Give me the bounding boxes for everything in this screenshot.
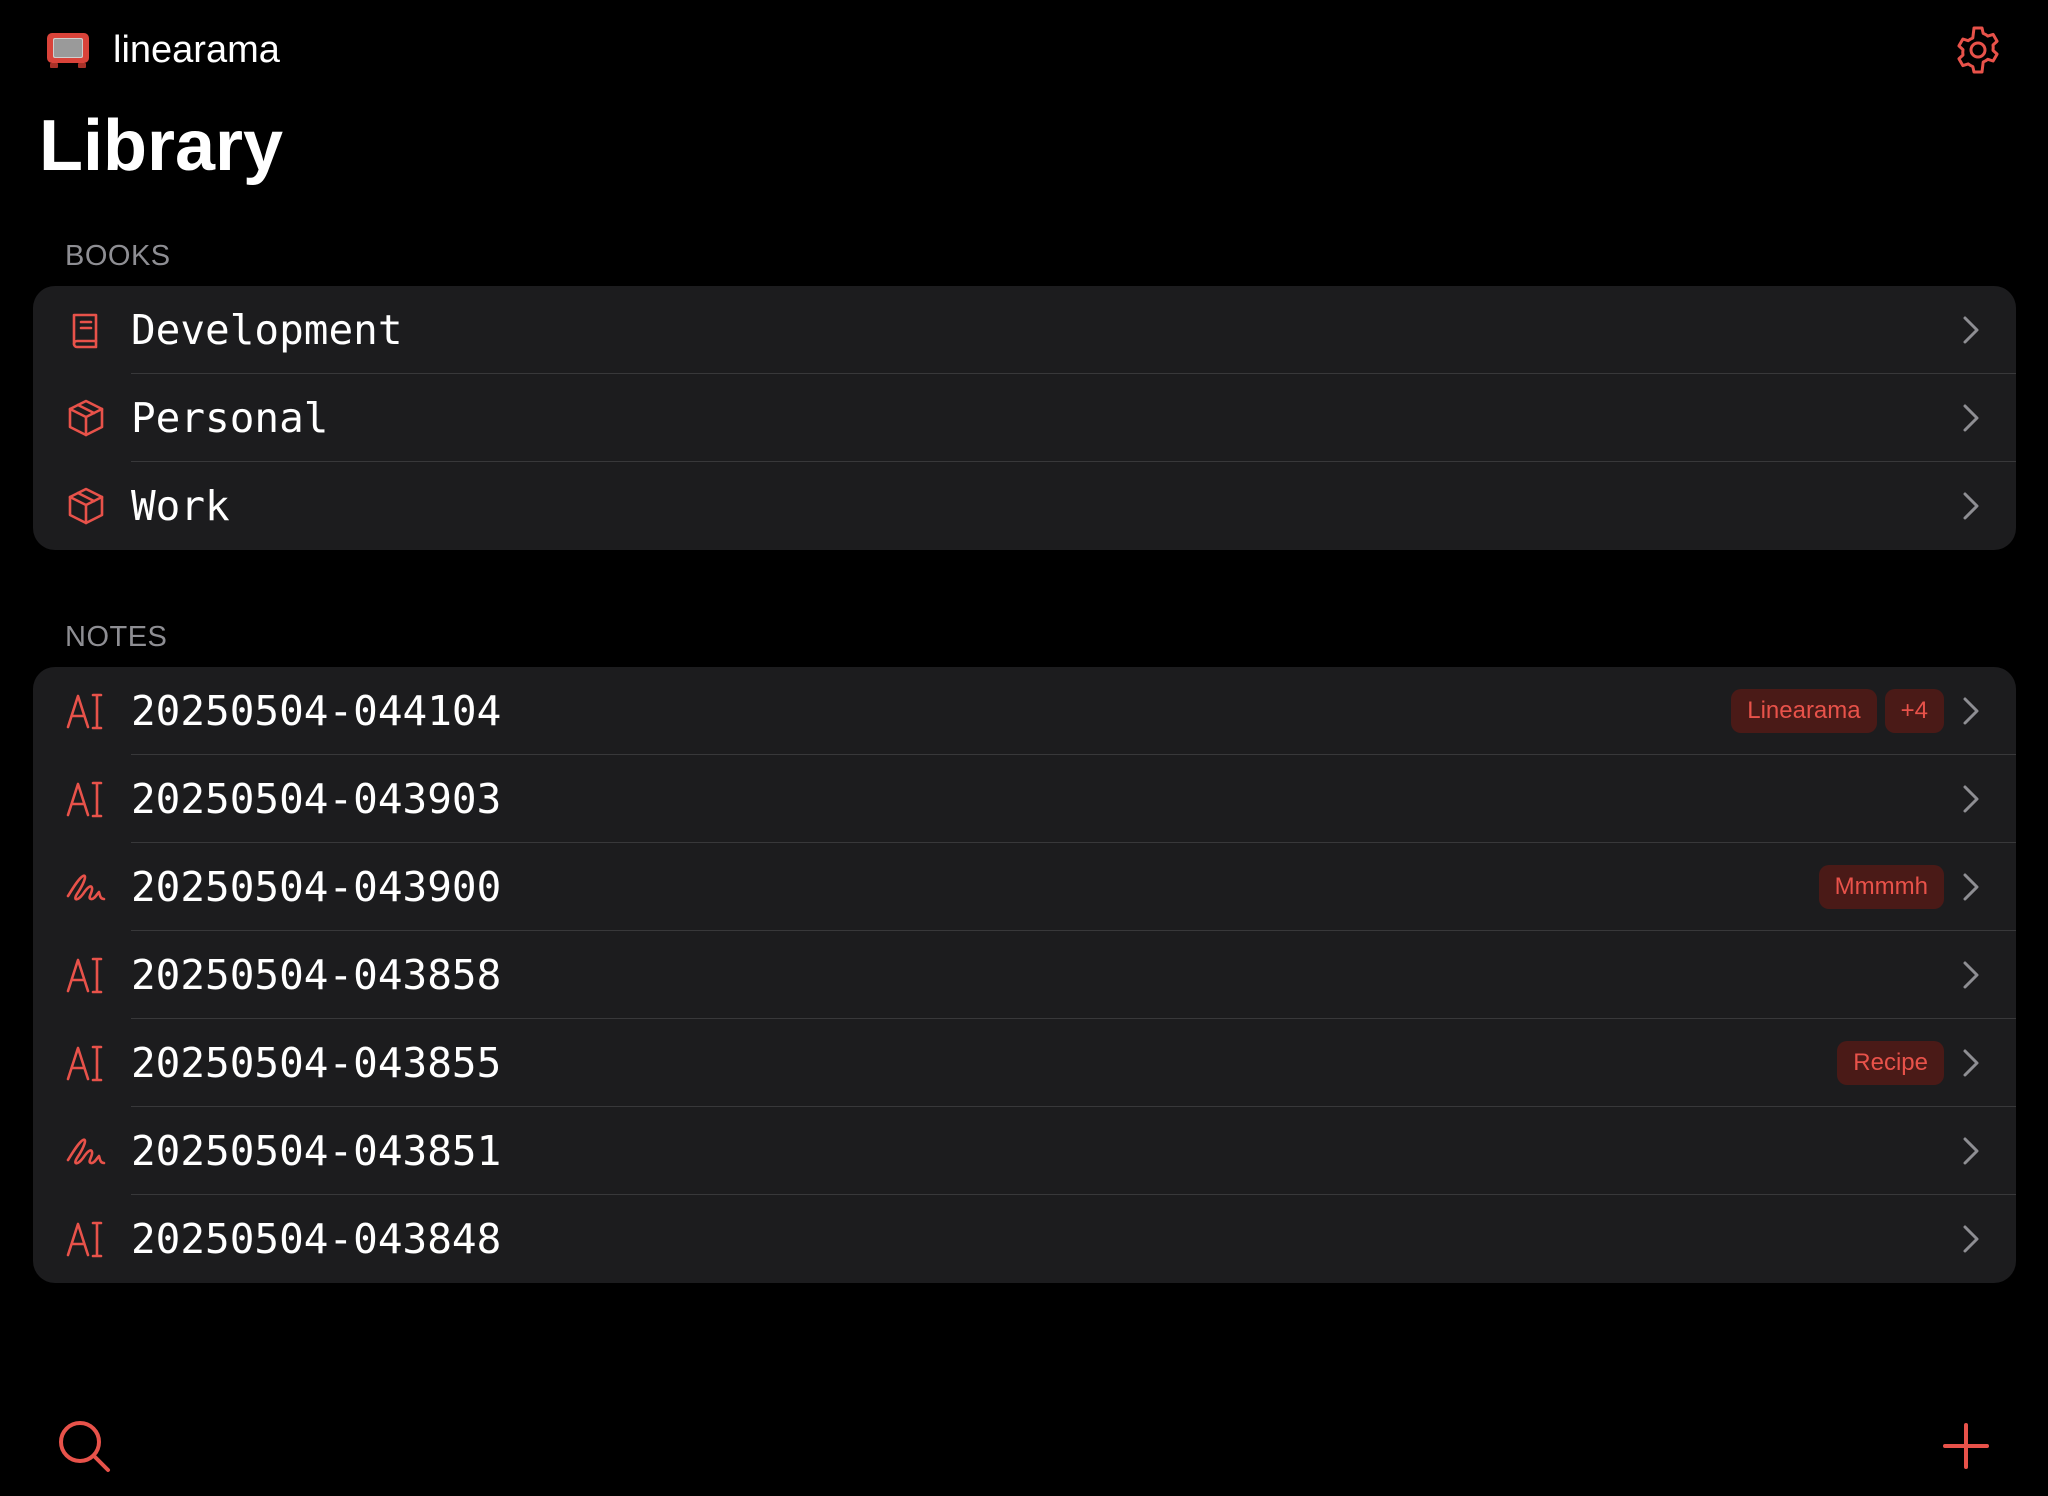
text-cursor-icon: [66, 1045, 103, 1082]
book-row-personal[interactable]: Personal: [33, 374, 2016, 462]
note-row[interactable]: 20250504-043851: [33, 1107, 2016, 1195]
tag-list: Linearama +4: [1731, 689, 1944, 733]
books-section-header: BOOKS: [65, 240, 171, 272]
app-name: linearama: [113, 29, 280, 71]
notes-list: 20250504-044104 Linearama +4 20250504-04…: [33, 667, 2016, 1283]
page-title: Library: [39, 106, 284, 186]
search-icon: [59, 1421, 110, 1472]
tag-badge: Recipe: [1837, 1041, 1944, 1085]
note-label: 20250504-044104: [131, 687, 502, 735]
note-row[interactable]: 20250504-043858: [33, 931, 2016, 1019]
gear-icon: [1957, 26, 1999, 74]
note-row[interactable]: 20250504-043903: [33, 755, 2016, 843]
chevron-right-icon: [1963, 1049, 1979, 1077]
book-row-work[interactable]: Work: [33, 462, 2016, 550]
note-row[interactable]: 20250504-043900 Mmmmh: [33, 843, 2016, 931]
box-icon: [68, 487, 104, 525]
book-label: Development: [131, 306, 403, 354]
book-icon: [72, 313, 98, 349]
book-row-development[interactable]: Development: [33, 286, 2016, 374]
book-label: Personal: [131, 394, 329, 442]
settings-button[interactable]: [1950, 22, 2006, 78]
chevron-right-icon: [1963, 1225, 1979, 1253]
note-label: 20250504-043858: [131, 951, 502, 999]
tag-list: Recipe: [1837, 1041, 1944, 1085]
tag-badge: Mmmmh: [1818, 865, 1944, 909]
chevron-right-icon: [1963, 1137, 1979, 1165]
chevron-right-icon: [1963, 316, 1979, 344]
add-note-button[interactable]: [1940, 1420, 1992, 1472]
text-cursor-icon: [66, 781, 103, 818]
text-cursor-icon: [66, 1221, 103, 1258]
scribble-icon: [66, 1138, 106, 1165]
note-row[interactable]: 20250504-043848: [33, 1195, 2016, 1283]
scribble-icon: [66, 874, 106, 901]
note-label: 20250504-043903: [131, 775, 502, 823]
books-list: Development Personal Work: [33, 286, 2016, 550]
book-label: Work: [131, 482, 230, 530]
notes-section-header: NOTES: [65, 621, 168, 653]
tag-badge: Linearama: [1731, 689, 1877, 733]
note-row[interactable]: 20250504-043855 Recipe: [33, 1019, 2016, 1107]
chevron-right-icon: [1963, 697, 1979, 725]
tag-list: Mmmmh: [1818, 865, 1944, 909]
monitor-logo-icon: [47, 33, 89, 68]
note-label: 20250504-043855: [131, 1039, 502, 1087]
chevron-right-icon: [1963, 785, 1979, 813]
plus-icon: [1943, 1423, 1989, 1469]
search-button[interactable]: [54, 1416, 116, 1478]
text-cursor-icon: [66, 693, 103, 730]
box-icon: [68, 399, 104, 437]
chevron-right-icon: [1963, 492, 1979, 520]
text-cursor-icon: [66, 957, 103, 994]
note-label: 20250504-043848: [131, 1215, 502, 1263]
note-row[interactable]: 20250504-044104 Linearama +4: [33, 667, 2016, 755]
chevron-right-icon: [1963, 961, 1979, 989]
note-label: 20250504-043851: [131, 1127, 502, 1175]
tag-badge-more: +4: [1884, 689, 1944, 733]
chevron-right-icon: [1963, 404, 1979, 432]
note-label: 20250504-043900: [131, 863, 502, 911]
chevron-right-icon: [1963, 873, 1979, 901]
top-bar: linearama: [0, 0, 2048, 100]
